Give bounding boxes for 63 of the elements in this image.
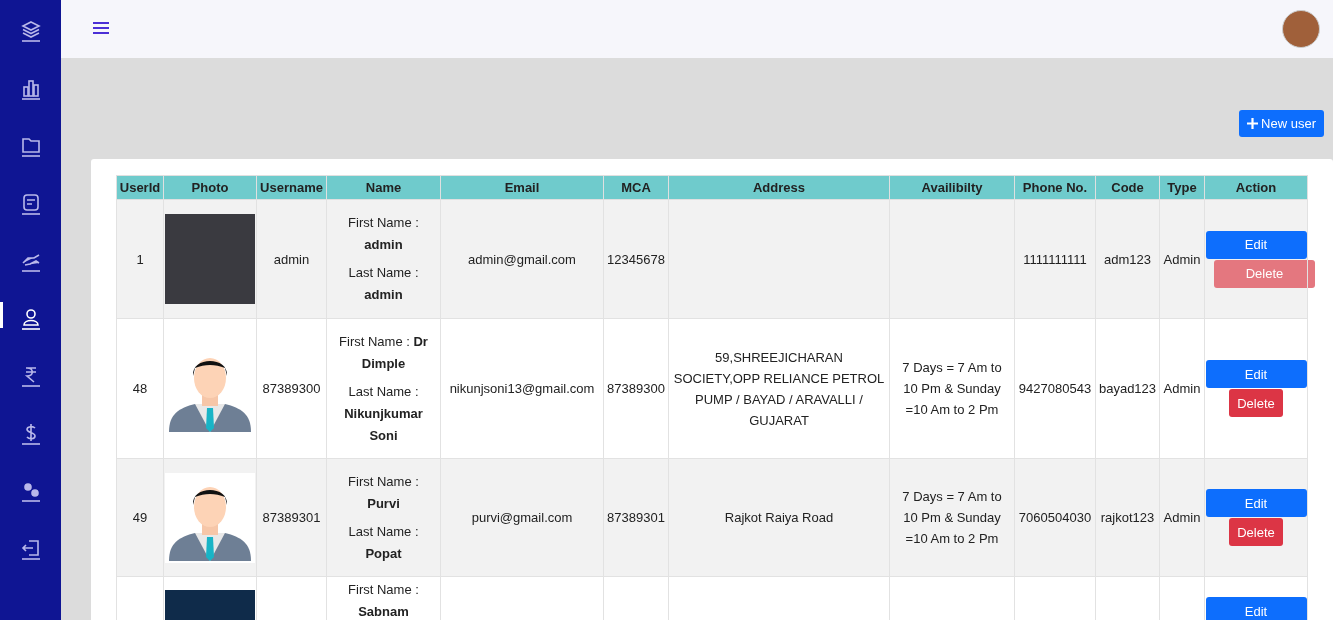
table-cell: Admin	[1159, 458, 1205, 577]
column-header: Action	[1204, 175, 1308, 200]
table-cell: bayad123	[1095, 318, 1160, 459]
table-cell: 7060504030	[1014, 458, 1096, 577]
table-cell: 1111111111	[1014, 199, 1096, 319]
table-cell: 48	[116, 318, 164, 459]
folder-icon	[20, 135, 41, 157]
column-header: UserId	[116, 175, 164, 200]
first-name: First Name : Dr Dimple	[338, 332, 429, 373]
column-header: MCA	[603, 175, 669, 200]
column-header: Address	[668, 175, 890, 200]
bar-chart-icon	[20, 77, 41, 100]
table-cell: 87389300	[256, 318, 327, 459]
table-cell: 87389300	[603, 318, 669, 459]
menu-icon[interactable]	[93, 21, 109, 35]
gears-icon	[20, 480, 41, 502]
edit-button[interactable]: Edit	[1205, 360, 1307, 388]
table-cell: 9427080543	[1014, 318, 1096, 459]
last-name: Last Name : admin	[347, 264, 420, 304]
table-cell: Admin	[1159, 318, 1205, 459]
column-header: Phone No.	[1014, 175, 1096, 200]
table-cell: 7 Days = 7 Am to 10 Pm & Sunday =10 Am to 2 Pm	[889, 458, 1015, 577]
column-header: Username	[256, 175, 327, 200]
table-cell: 1	[116, 199, 164, 319]
column-header: Photo	[163, 175, 257, 200]
table-cell: Rajkot Raiya Road	[668, 458, 890, 577]
table-cell: nikunjsoni13@gmail.com	[440, 318, 604, 459]
column-header: Type	[1159, 175, 1205, 200]
table-cell: 59,SHREEJICHARAN SOCIETY,OPP RELIANCE PETROL PUMP / BAYAD / ARAVALLI / GUJARAT	[668, 318, 890, 459]
column-header: Availibilty	[889, 175, 1015, 200]
table-cell: Admin	[1159, 199, 1205, 319]
table-cell: 7 Days = 7 Am to 10 Pm & Sunday =10 Am to 2 Pm	[889, 318, 1015, 459]
last-name: Last Name : Nikunjkumar Soni	[343, 382, 424, 445]
edit-button[interactable]: Edit	[1205, 230, 1307, 259]
user-icon	[20, 307, 41, 330]
avatar[interactable]	[1282, 10, 1320, 48]
new-user-button[interactable]: New user	[1239, 110, 1324, 137]
edit-button[interactable]: Edit	[1205, 597, 1307, 620]
table-cell: 87389301	[256, 458, 327, 577]
layers-icon	[20, 20, 41, 42]
last-name: Last Name : Popat	[347, 522, 420, 563]
table-cell: admin	[256, 199, 327, 319]
plus-icon	[1247, 118, 1259, 129]
rupee-icon	[20, 365, 41, 387]
table-cell: admin@gmail.com	[440, 199, 604, 319]
dollar-icon	[20, 422, 41, 445]
column-header: Name	[326, 175, 441, 200]
column-header: Email	[440, 175, 604, 200]
first-name: First Name : Sabnam	[347, 581, 420, 620]
table-cell: adm123	[1095, 199, 1160, 319]
first-name: First Name : Purvi	[347, 472, 420, 513]
table-cell: purvi@gmail.com	[440, 458, 604, 577]
first-name: First Name : admin	[347, 214, 420, 254]
delete-button[interactable]: Delete	[1229, 389, 1283, 417]
note-icon	[20, 192, 41, 215]
table-cell: 87389301	[603, 458, 669, 577]
edit-button[interactable]: Edit	[1205, 489, 1307, 517]
table-cell: 12345678	[603, 199, 669, 319]
logout-icon	[20, 537, 41, 560]
column-header: Code	[1095, 175, 1160, 200]
table-cell: 49	[116, 458, 164, 577]
table-cell: rajkot123	[1095, 458, 1160, 577]
delete-button[interactable]: Delete	[1229, 518, 1283, 546]
